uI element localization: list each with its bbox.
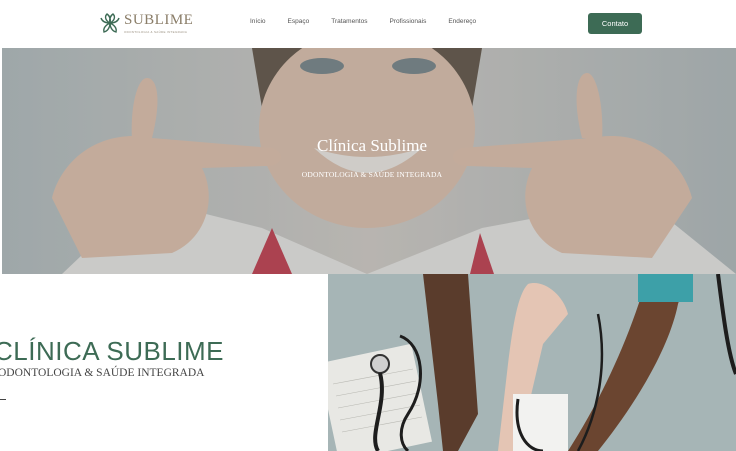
- hero-banner: Clínica Sublime ODONTOLOGIA & SAÚDE INTE…: [2, 48, 736, 274]
- about-title: CLÍNICA SUBLIME: [0, 336, 225, 366]
- divider: [0, 399, 6, 400]
- hero-subtitle: ODONTOLOGIA & SAÚDE INTEGRADA: [301, 170, 443, 179]
- hero-overlay: [2, 48, 736, 274]
- nav-item-espaco[interactable]: Espaço: [288, 17, 310, 27]
- leaf-logo-icon: [100, 13, 120, 33]
- nav-item-endereco[interactable]: Endereço: [448, 17, 476, 27]
- main-nav: Início Espaço Tratamentos Profissionais …: [250, 17, 498, 27]
- about-subtitle: ODONTOLOGIA & SAÚDE INTEGRADA: [0, 367, 205, 379]
- logo-name: SUBLIME: [124, 11, 194, 28]
- logo-tagline: ODONTOLOGIA & SAÚDE INTEGRADA: [124, 29, 188, 34]
- contact-button[interactable]: Contato: [588, 13, 642, 34]
- logo[interactable]: SUBLIME ODONTOLOGIA & SAÚDE INTEGRADA: [100, 12, 193, 34]
- medical-exam-image: [328, 274, 736, 451]
- site-header: SUBLIME ODONTOLOGIA & SAÚDE INTEGRADA In…: [0, 0, 736, 48]
- nav-item-inicio[interactable]: Início: [250, 17, 266, 27]
- nav-item-tratamentos[interactable]: Tratamentos: [331, 17, 367, 27]
- about-section: CLÍNICA SUBLIME ODONTOLOGIA & SAÚDE INTE…: [0, 274, 328, 451]
- blood-pressure-photo: [328, 274, 736, 451]
- hero-title: Clínica Sublime: [316, 136, 428, 155]
- nav-item-profissionais[interactable]: Profissionais: [389, 17, 426, 27]
